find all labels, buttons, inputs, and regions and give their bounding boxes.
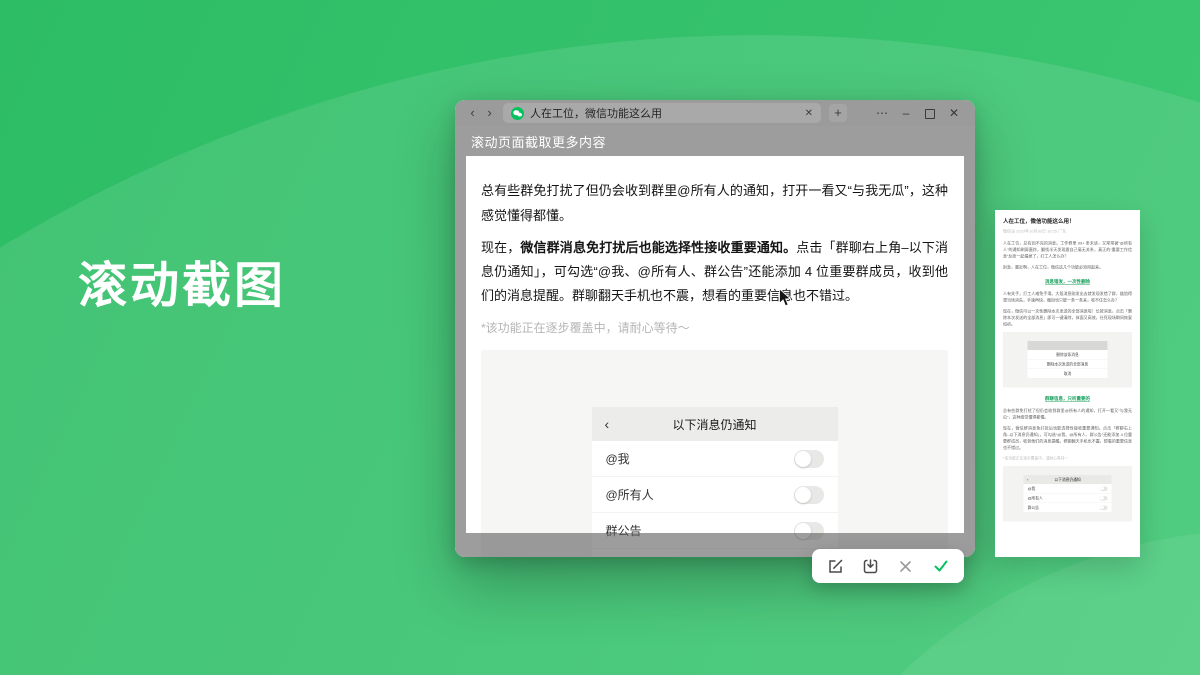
browser-titlebar: ‹ › 人在工位，微信功能这么用 ✕ + ⋯ – ✕: [455, 100, 975, 126]
settings-header: ‹ 以下消息仍通知: [592, 407, 838, 441]
screenshot-toolbar: [812, 549, 964, 583]
wechat-favicon-icon: [511, 107, 524, 120]
preview-paragraph: 别急，最近啊，人在工位，微信这几个功能必须用起来。: [1003, 264, 1132, 271]
preview-article-meta: 微信派 2023年10月30日 16:25 广东: [1003, 229, 1132, 235]
back-chevron-icon: ‹: [1027, 477, 1028, 482]
confirm-button[interactable]: [929, 554, 953, 578]
cancel-button[interactable]: [894, 554, 918, 578]
toggle-off-icon: [1100, 486, 1108, 491]
maximize-icon[interactable]: [918, 100, 942, 126]
article-paragraph-2: 现在，微信群消息免打扰后也能选择性接收重要通知。点击「群聊右上角–以下消息仍通知…: [481, 236, 948, 308]
preview-article-title: 人在工位，微信功能这么用！: [1003, 217, 1132, 225]
preview-section-heading-2: 群聊信息，只听重要的: [1003, 395, 1132, 402]
back-button[interactable]: ‹: [464, 100, 481, 126]
preview-paragraph: 现在，微信群消息免打扰后也能选择性接收重要通知。点击「群聊右上角–以下消息仍通知…: [1003, 425, 1132, 451]
preview-note: *该功能正在逐步覆盖中，请耐心等待～: [1003, 456, 1132, 462]
article-note: *该功能正在逐步覆盖中，请耐心等待～: [481, 319, 948, 336]
article-content: 总有些群免打扰了但仍会收到群里@所有人的通知，打开一看又“与我无瓜”，这种感觉懂…: [455, 126, 975, 557]
toggle-off-icon: [794, 450, 824, 468]
settings-row-at-all: @所有人: [592, 477, 838, 513]
hero-title: 滚动截图: [78, 246, 286, 317]
page-preview-thumbnail: 人在工位，微信功能这么用！ 微信派 2023年10月30日 16:25 广东 人…: [995, 210, 1140, 557]
embedded-screenshot: ‹ 以下消息仍通知 @我 @所有人 群公告: [481, 350, 948, 557]
preview-sheet-row: 删除本次发送的全部消息: [1027, 360, 1107, 370]
page-viewport: 总有些群免打扰了但仍会收到群里@所有人的通知，打开一看又“与我无瓜”，这种感觉懂…: [455, 126, 975, 557]
tab-close-icon[interactable]: ✕: [805, 108, 813, 119]
browser-tab[interactable]: 人在工位，微信功能这么用 ✕: [503, 103, 821, 123]
preview-sheet-row: 删除该条消息: [1027, 350, 1107, 360]
preview-section-heading-1: 消息错发，一次性删除: [1003, 278, 1132, 285]
new-tab-button[interactable]: +: [829, 104, 847, 122]
forward-button[interactable]: ›: [481, 100, 498, 126]
toggle-off-icon: [1100, 505, 1108, 510]
mouse-cursor-icon: [778, 288, 792, 308]
close-icon: [897, 558, 914, 575]
edit-icon: [827, 558, 844, 575]
more-menu-icon[interactable]: ⋯: [870, 100, 894, 126]
back-chevron-icon: ‹: [605, 416, 610, 432]
preview-embedded-screenshot-1: 删除该条消息 删除本次发送的全部消息 取消: [1003, 332, 1132, 388]
check-icon: [932, 557, 950, 575]
window-close-icon[interactable]: ✕: [942, 100, 966, 126]
preview-sheet-header: [1027, 341, 1107, 350]
preview-paragraph: 现在，微信可以一次性删除本次发送的全部消息啦！长按消息，点击「删除本次发送的全部…: [1003, 308, 1132, 328]
download-icon: [862, 558, 879, 575]
preview-paragraph: 总有些群免打扰了但仍会收到群里@所有人的通知，打开一看又“与我无瓜”，这种感觉懂…: [1003, 408, 1132, 421]
preview-paragraph: 人在工位，总有回不完的消息。工作群里 99+ 条未读，又常常被“@所有人”的通知…: [1003, 240, 1132, 260]
capture-overlay-left: [455, 156, 466, 557]
toggle-off-icon: [1100, 496, 1108, 501]
preview-sheet-cancel: 取消: [1027, 369, 1107, 379]
window-controls: ⋯ – ✕: [870, 100, 966, 126]
capture-overlay-right: [964, 156, 975, 557]
edit-button[interactable]: [823, 554, 847, 578]
toggle-off-icon: [794, 486, 824, 504]
preview-embedded-screenshot-2: ‹ 以下消息仍通知 @我 @所有人 群公告: [1003, 466, 1132, 522]
tab-title: 人在工位，微信功能这么用: [530, 105, 799, 121]
settings-row-at-me: @我: [592, 441, 838, 477]
preview-paragraph: 人有失手，打工人难免手滑。大段消息刚发出去就发现发错了群，尴尬得想当场消失，手速…: [1003, 291, 1132, 304]
settings-title: 以下消息仍通知: [592, 416, 838, 433]
browser-window: ‹ › 人在工位，微信功能这么用 ✕ + ⋯ – ✕ 总有些群免打扰: [455, 100, 975, 557]
article-paragraph-1: 总有些群免打扰了但仍会收到群里@所有人的通知，打开一看又“与我无瓜”，这种感觉懂…: [481, 178, 948, 228]
preview-settings-card: ‹ 以下消息仍通知 @我 @所有人 群公告: [1024, 475, 1112, 513]
preview-action-sheet: 删除该条消息 删除本次发送的全部消息 取消: [1027, 341, 1107, 379]
download-button[interactable]: [858, 554, 882, 578]
promo-background: 滚动截图 ‹ › 人在工位，微信功能这么用 ✕ + ⋯ – ✕: [0, 0, 1200, 675]
capture-overlay-top: 滚动页面截取更多内容: [455, 126, 975, 156]
settings-card: ‹ 以下消息仍通知 @我 @所有人 群公告: [592, 350, 838, 557]
capture-overlay-label: 滚动页面截取更多内容: [471, 132, 606, 151]
minimize-icon[interactable]: –: [894, 100, 918, 126]
